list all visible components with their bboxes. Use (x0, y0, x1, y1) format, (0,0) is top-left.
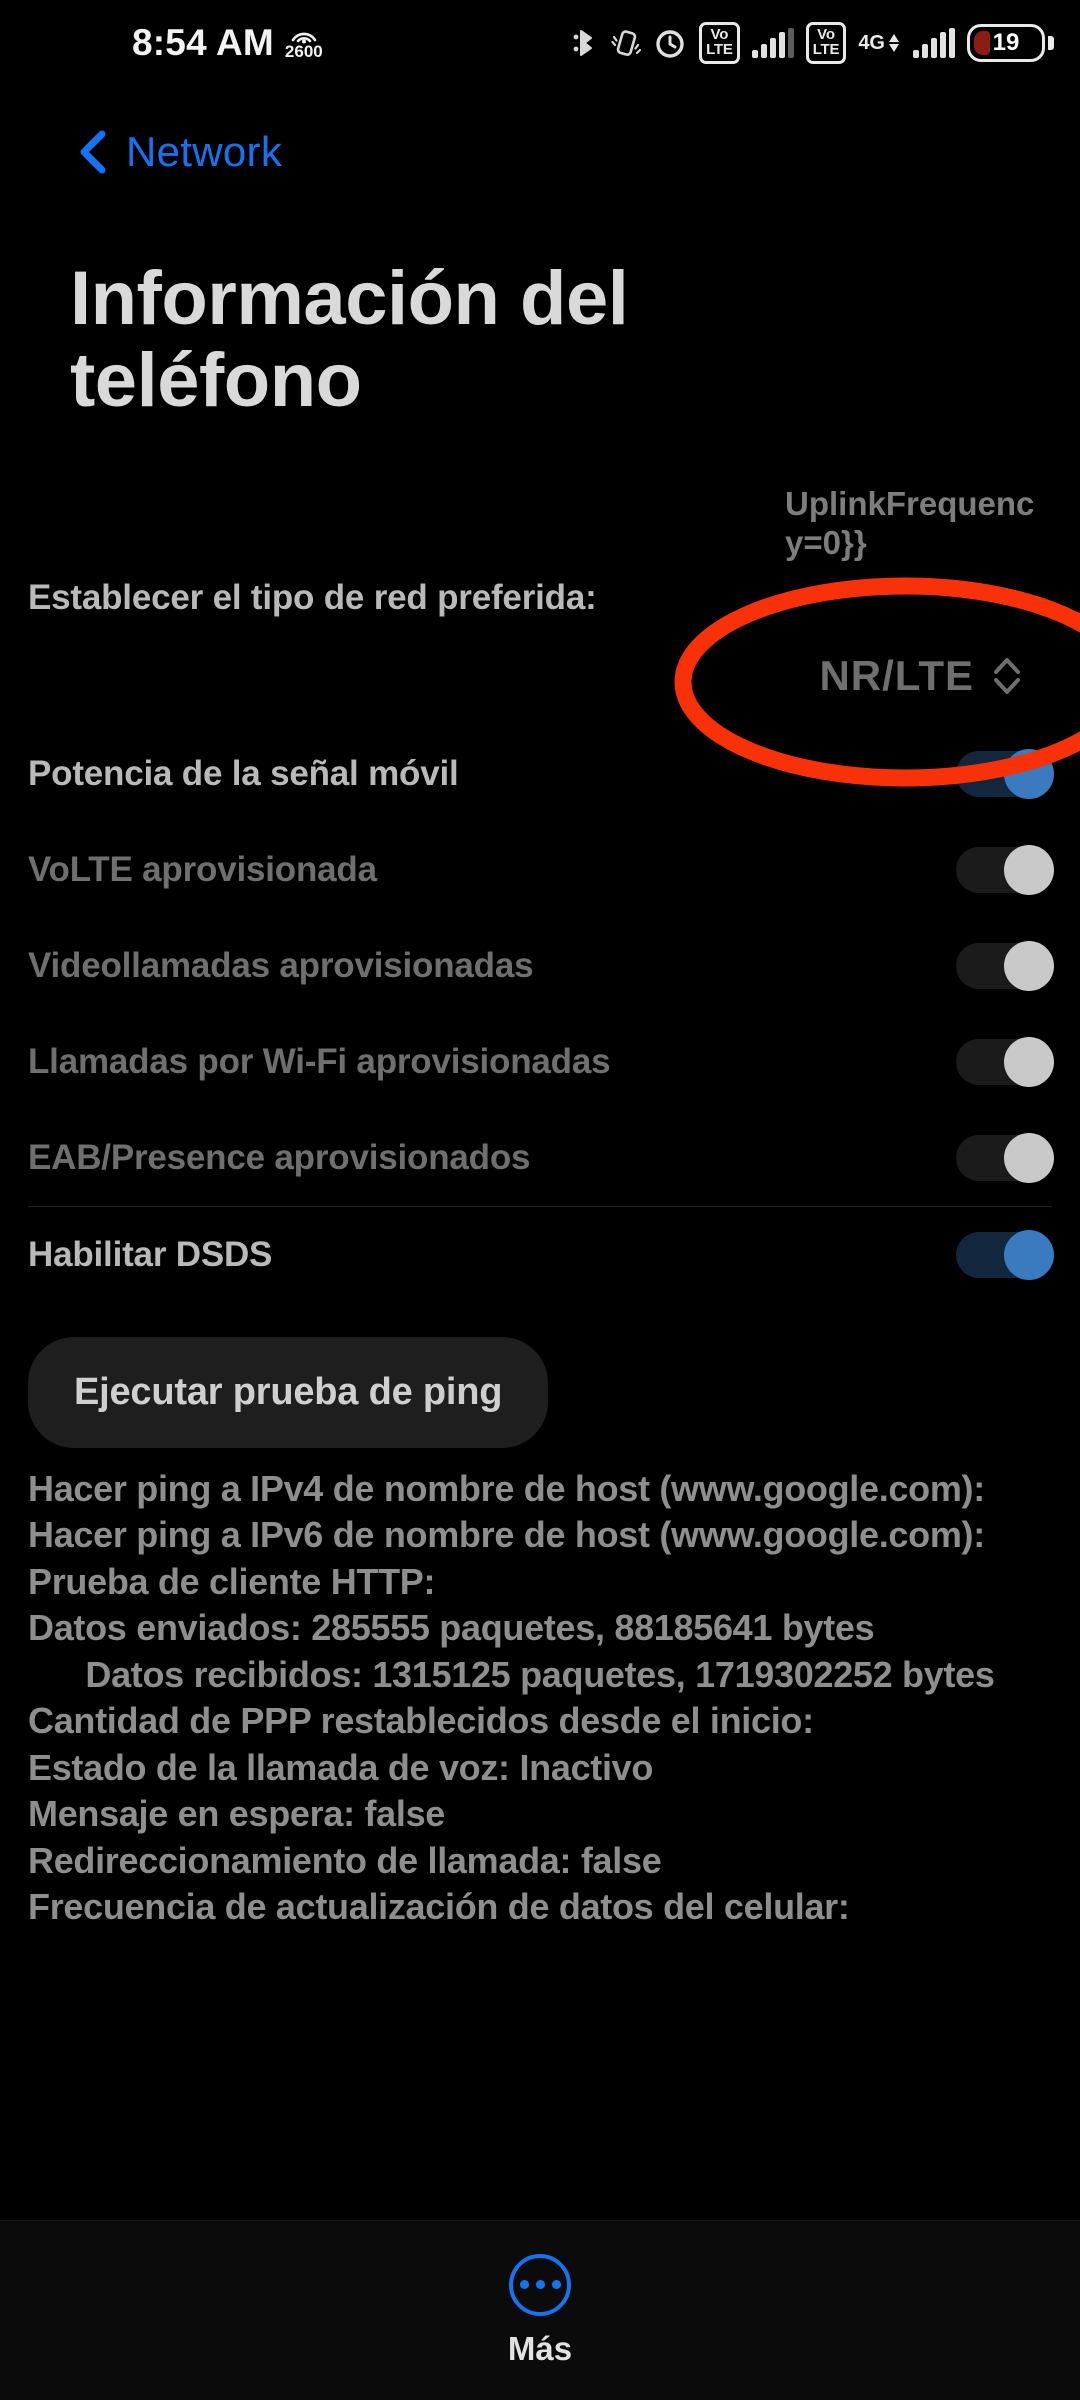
hotspot-icon: 2600 (285, 26, 323, 60)
status-bar-icons: Vo LTE Vo LTE 4G 19 (573, 21, 1054, 65)
toggle-switch[interactable] (956, 845, 1054, 895)
info-line: Hacer ping a IPv6 de nombre de host (www… (28, 1514, 985, 1556)
battery-level: 19 (992, 29, 1020, 56)
more-label: Más (507, 2329, 573, 2367)
battery-cap (1048, 36, 1054, 50)
signal-bars-icon (751, 28, 794, 58)
toggle-switch[interactable] (956, 1133, 1054, 1183)
info-line: Redireccionamiento de llamada: false (28, 1839, 662, 1881)
4g-icon: 4G (858, 32, 901, 54)
run-ping-test-button[interactable]: Ejecutar prueba de ping (28, 1337, 549, 1448)
toggle-row-volte-provisioned[interactable]: VoLTE aprovisionada (0, 822, 1080, 918)
preferred-network-value: NR/LTE (819, 652, 974, 699)
ping-button-container: Ejecutar prueba de ping (0, 1303, 1080, 1448)
preferred-network-setting[interactable]: Establecer el tipo de red preferida: NR/… (0, 568, 1080, 726)
more-dots-icon[interactable] (509, 2253, 571, 2316)
preferred-network-label: Establecer el tipo de red preferida: (28, 578, 597, 617)
settings-list: Establecer el tipo de red preferida: NR/… (0, 568, 1080, 1931)
info-line: Mensaje en espera: false (28, 1793, 446, 1835)
battery-icon: 19 (967, 24, 1054, 62)
back-label: Network (126, 128, 283, 175)
toggle-row-wifi-calling-provisioned[interactable]: Llamadas por Wi-Fi aprovisionadas (0, 1014, 1080, 1110)
info-line: Datos enviados: 285555 paquetes, 8818564… (28, 1607, 875, 1649)
alarm-icon (653, 26, 687, 60)
bottom-nav-bar: Más (0, 2220, 1080, 2400)
ping-results-list: Hacer ping a IPv4 de nombre de host (www… (0, 1448, 1080, 1931)
toggle-label: Videollamadas aprovisionadas (28, 946, 534, 985)
toggle-label: Llamadas por Wi-Fi aprovisionadas (28, 1042, 611, 1081)
info-line: Estado de la llamada de voz: Inactivo (28, 1746, 654, 1788)
toggle-row-enable-dsds[interactable]: Habilitar DSDS (0, 1207, 1080, 1303)
network-type-label: 4G (858, 32, 885, 54)
signal-bars-icon (913, 28, 955, 58)
toggle-label: VoLTE aprovisionada (28, 850, 377, 889)
back-chevron-icon (78, 130, 108, 174)
toggle-switch[interactable] (956, 1230, 1054, 1280)
volte-line-2: LTE (706, 40, 733, 58)
vibrate-icon (611, 26, 642, 60)
status-bar: 8:54 AM 2600 Vo LTE Vo LTE 4G 19 (0, 0, 1080, 86)
toggle-row-eab-presence-provisioned[interactable]: EAB/Presence aprovisionados (0, 1110, 1080, 1206)
status-bar-clock: 8:54 AM (132, 22, 274, 63)
battery-fill (974, 31, 990, 55)
toggle-label: EAB/Presence aprovisionados (28, 1138, 531, 1177)
info-line: Cantidad de PPP restablecidos desde el i… (28, 1700, 814, 1742)
info-line: Frecuencia de actualización de datos del… (28, 1886, 850, 1928)
preferred-network-spinner[interactable]: NR/LTE (28, 618, 1052, 726)
toggle-label: Habilitar DSDS (28, 1235, 273, 1274)
volte-icon: Vo LTE (699, 21, 740, 65)
volte-line-2: LTE (812, 40, 840, 58)
data-arrows-icon (887, 32, 901, 54)
hotspot-label: 2600 (284, 42, 323, 61)
info-line: Datos recibidos: 1315125 paquetes, 17193… (85, 1653, 995, 1695)
phone-screen: 8:54 AM 2600 Vo LTE Vo LTE 4G 19 Network… (0, 0, 1080, 2400)
back-button[interactable]: Network (78, 128, 282, 176)
toggle-label: Potencia de la señal móvil (28, 754, 459, 793)
toggle-row-signal-strength[interactable]: Potencia de la señal móvil (0, 726, 1080, 822)
chevron-updown-icon (990, 653, 1024, 699)
toggle-switch[interactable] (956, 749, 1054, 799)
info-line: Hacer ping a IPv4 de nombre de host (www… (28, 1468, 985, 1509)
overflow-text: UplinkFrequency=0}} (785, 485, 1035, 561)
page-title: Información del teléfono (70, 256, 629, 424)
toggle-row-video-calling-provisioned[interactable]: Videollamadas aprovisionadas (0, 918, 1080, 1014)
volte-icon: Vo LTE (805, 21, 847, 65)
toggle-switch[interactable] (956, 1037, 1054, 1087)
bluetooth-icon (573, 26, 599, 60)
info-line: Prueba de cliente HTTP: (28, 1560, 436, 1602)
toggle-switch[interactable] (956, 941, 1054, 991)
